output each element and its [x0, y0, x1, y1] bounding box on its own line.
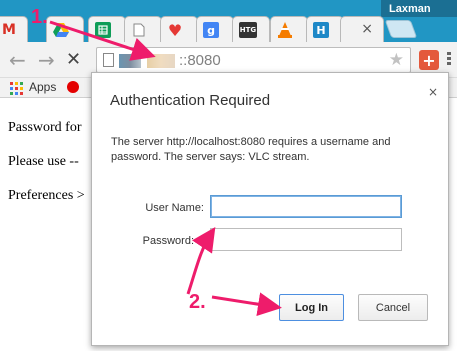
- cancel-button[interactable]: Cancel: [358, 294, 428, 321]
- page-text-line: Please use --: [8, 154, 79, 169]
- profile-button[interactable]: Laxman: [381, 0, 457, 17]
- stop-loading-icon[interactable]: ✕: [66, 49, 81, 70]
- tab-gmail[interactable]: M: [0, 16, 28, 42]
- close-tab-icon[interactable]: ×: [361, 21, 373, 37]
- heart-icon: ♥: [167, 20, 183, 40]
- cancel-label: Cancel: [375, 301, 411, 314]
- h-icon: H: [313, 22, 329, 38]
- redacted-host-part: [147, 54, 175, 68]
- username-label: User Name:: [145, 202, 204, 214]
- password-field[interactable]: [210, 228, 402, 251]
- htg-icon: HTG: [239, 22, 257, 38]
- step2-label: 2.: [189, 291, 206, 313]
- bookmark-star-icon[interactable]: ★: [389, 50, 404, 70]
- log-in-label: Log In: [295, 301, 328, 314]
- page-info-icon[interactable]: [103, 53, 114, 67]
- redacted-host-part: [119, 54, 141, 68]
- tab-blank[interactable]: [124, 16, 162, 42]
- back-arrow-icon[interactable]: ←: [9, 48, 26, 72]
- tab-vlc[interactable]: [270, 16, 308, 42]
- gmail-icon: M: [2, 22, 16, 38]
- airtel-bookmark-icon[interactable]: [67, 81, 79, 93]
- forward-arrow-icon[interactable]: →: [38, 48, 55, 72]
- dialog-title: Authentication Required: [110, 92, 271, 109]
- page-icon: [131, 22, 147, 38]
- log-in-button[interactable]: Log In: [279, 294, 344, 321]
- tab-heart[interactable]: ♥: [160, 16, 198, 42]
- drive-icon: [53, 22, 69, 38]
- dialog-message: The server http://localhost:8080 require…: [111, 136, 391, 163]
- password-label: Password:: [142, 235, 194, 247]
- extension-plus-icon[interactable]: +: [419, 50, 439, 70]
- tab-h[interactable]: H: [306, 16, 344, 42]
- tab-htg[interactable]: HTG: [232, 16, 270, 42]
- vlc-icon: [277, 22, 293, 38]
- tab-sheets[interactable]: [88, 16, 126, 42]
- url-text: ::8080: [179, 52, 221, 69]
- page-text-line: Preferences >: [8, 188, 85, 203]
- browser-menu-icon[interactable]: [447, 52, 451, 67]
- apps-bookmark[interactable]: Apps: [29, 80, 56, 94]
- username-field[interactable]: [210, 195, 402, 218]
- tab-active-vlc[interactable]: ×: [340, 16, 384, 42]
- page-text-line: Password for: [8, 120, 82, 135]
- profile-name: Laxman: [389, 2, 431, 15]
- sheets-icon: [95, 22, 111, 38]
- tab-drive[interactable]: [46, 16, 84, 42]
- close-icon[interactable]: ×: [428, 85, 438, 99]
- address-bar[interactable]: ::8080 ★: [96, 47, 411, 73]
- step1-label: 1.: [31, 6, 48, 28]
- apps-grid-icon[interactable]: [10, 82, 23, 95]
- tab-strip: Laxman M ♥ g HTG H ×: [0, 0, 457, 42]
- google-plus-icon: g: [203, 22, 219, 38]
- tab-google[interactable]: g: [196, 16, 234, 42]
- auth-dialog: Authentication Required × The server htt…: [91, 72, 449, 346]
- new-tab-button[interactable]: [384, 20, 418, 38]
